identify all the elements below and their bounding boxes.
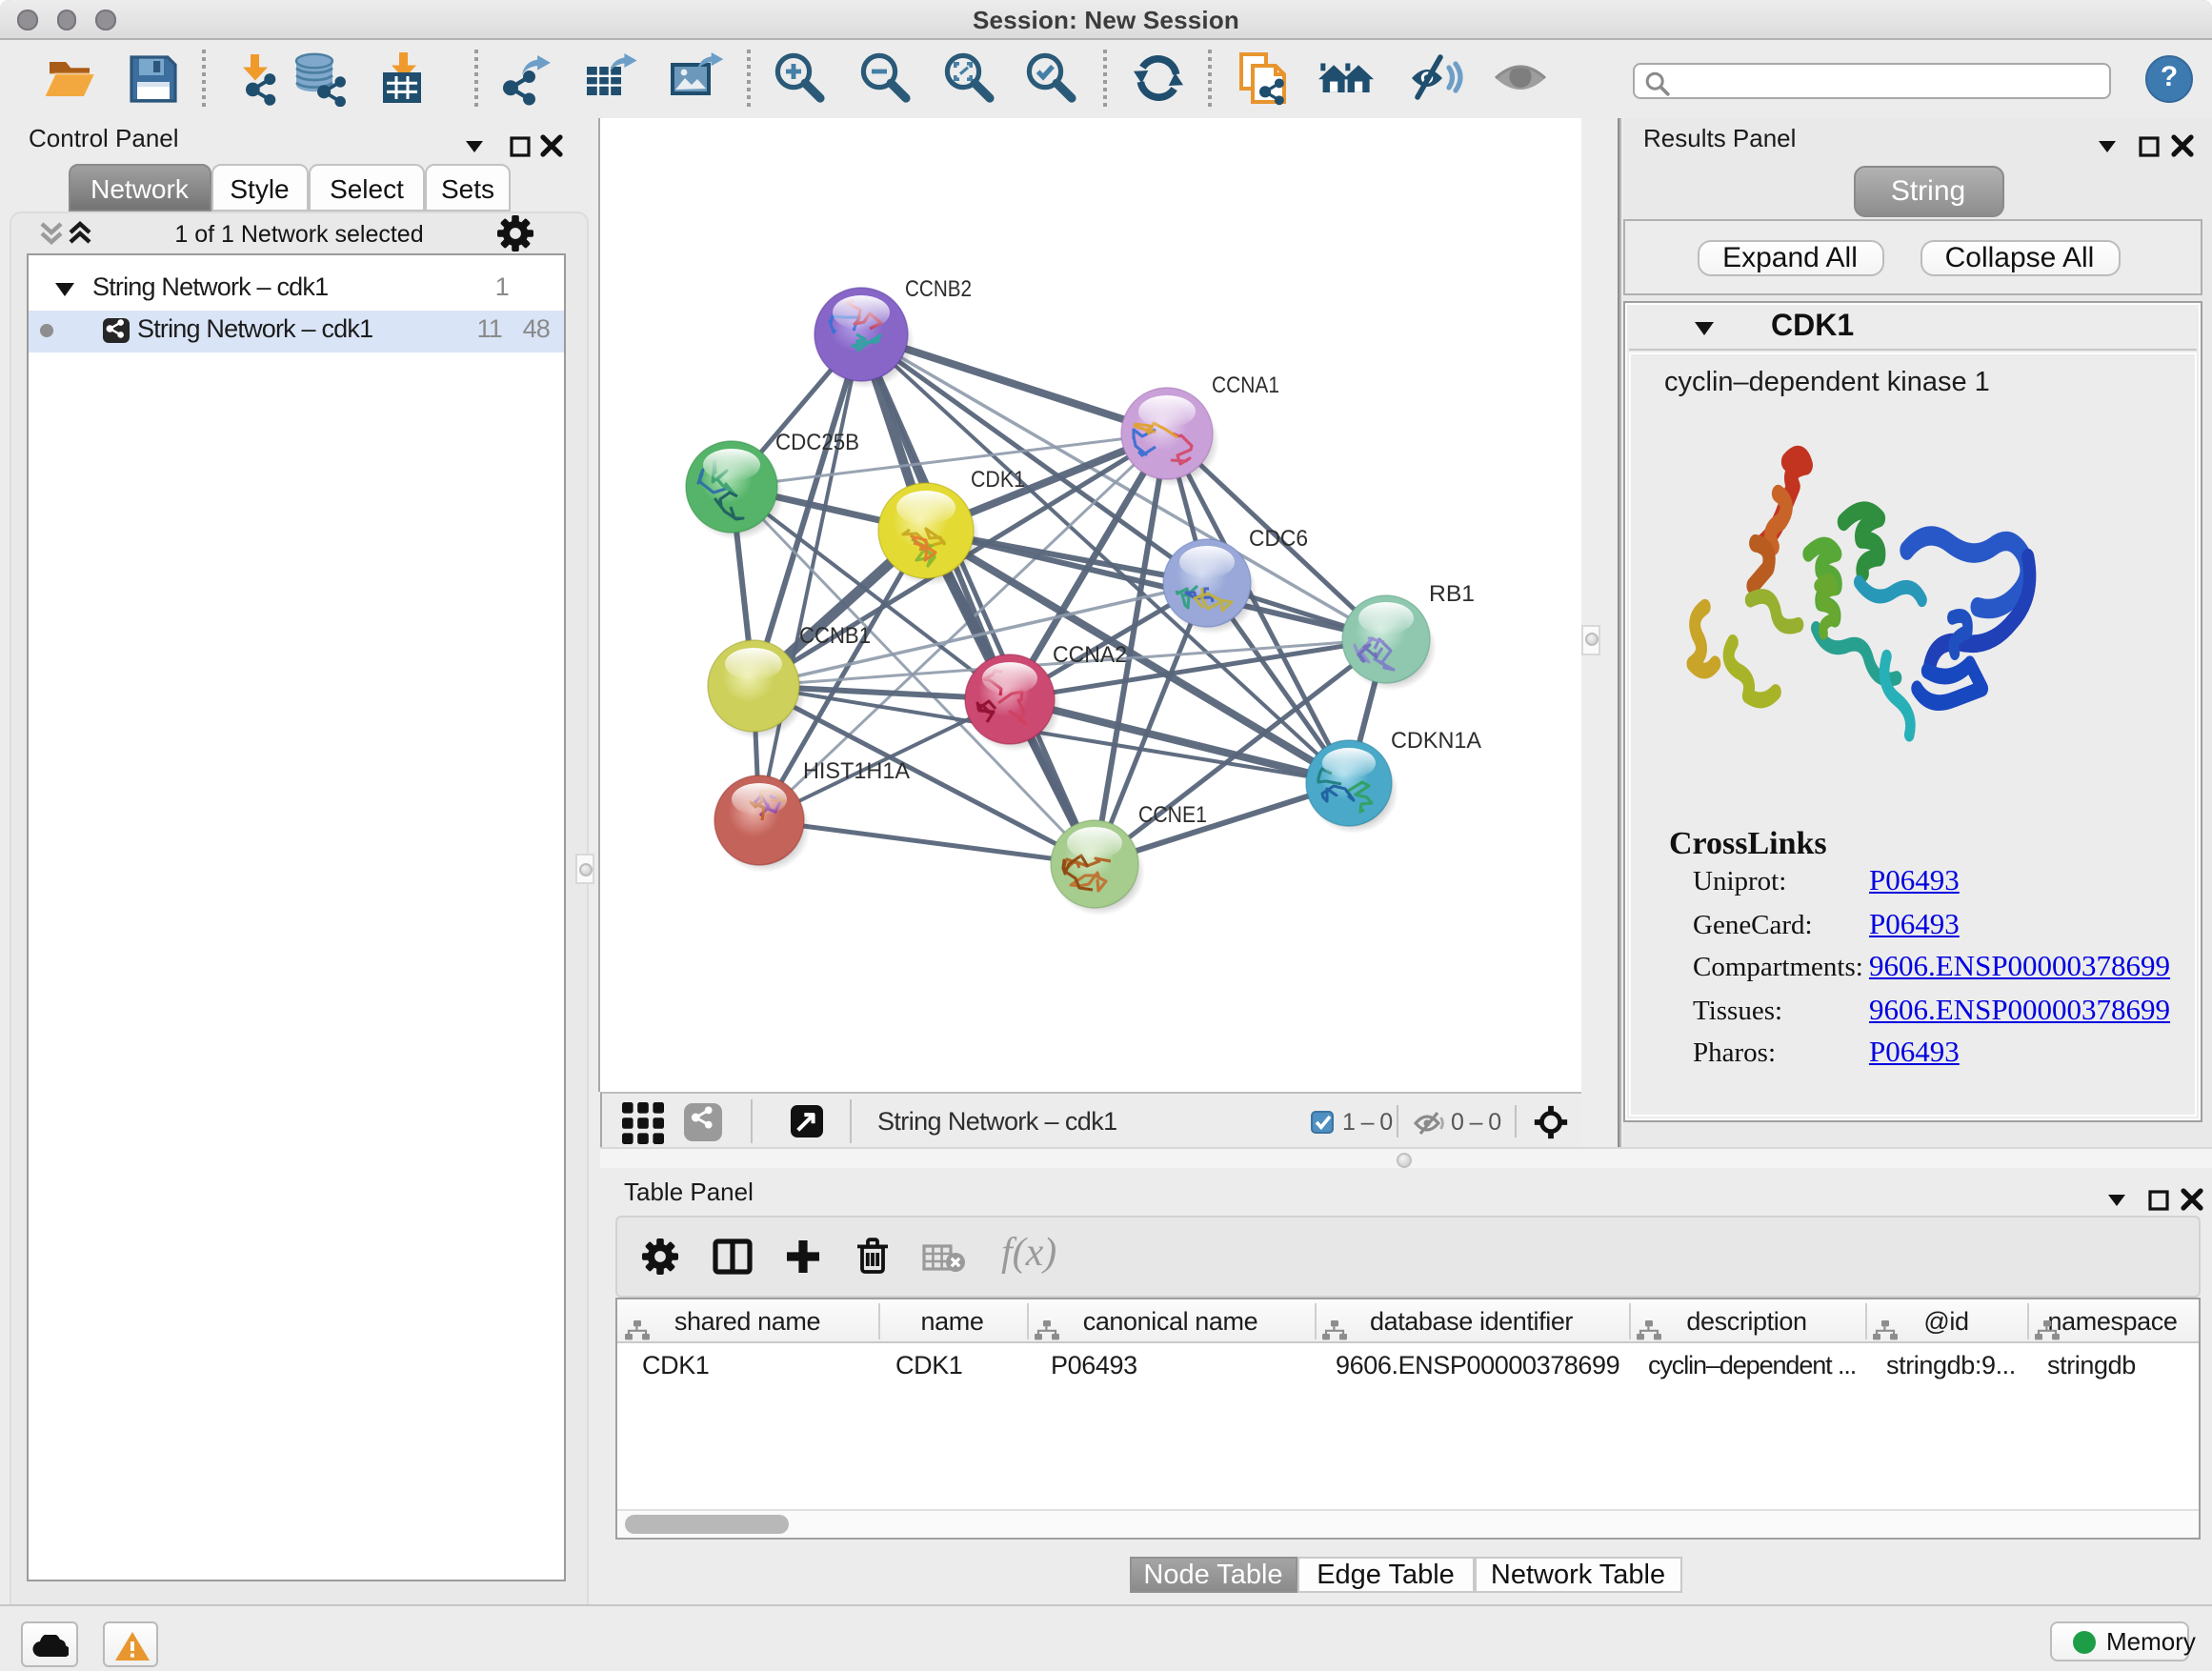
svg-text:CDC6: CDC6 <box>1248 525 1307 551</box>
svg-text:CCNE1: CCNE1 <box>1137 801 1206 827</box>
svg-text:CCNA1: CCNA1 <box>1211 372 1278 397</box>
svg-text:CCNB2: CCNB2 <box>904 275 971 301</box>
svg-text:RB1: RB1 <box>1428 580 1474 606</box>
svg-text:CCNA2: CCNA2 <box>1052 641 1126 667</box>
svg-text:CDC25B: CDC25B <box>774 429 858 454</box>
svg-text:CCNB1: CCNB1 <box>798 622 870 648</box>
svg-text:CDK1: CDK1 <box>970 466 1024 492</box>
svg-text:CDKN1A: CDKN1A <box>1390 727 1480 753</box>
svg-text:HIST1H1A: HIST1H1A <box>802 757 909 783</box>
